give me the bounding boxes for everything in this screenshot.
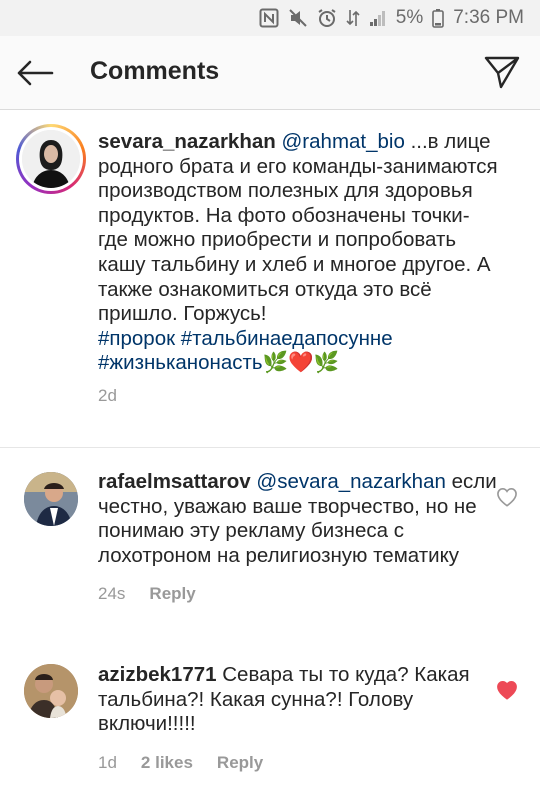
share-button[interactable] xyxy=(482,52,522,92)
avatar[interactable] xyxy=(22,130,80,188)
mute-icon xyxy=(288,6,308,30)
comment-mention[interactable]: @sevara_nazarkhan xyxy=(256,470,445,493)
likes-count[interactable]: 2 likes xyxy=(141,751,193,776)
post-caption: sevara_nazarkhan @rahmat_bio ...в лице р… xyxy=(0,110,540,448)
data-transfer-icon xyxy=(346,6,360,30)
heart-icon[interactable] xyxy=(496,487,518,507)
caption-hashtags-2[interactable]: #жизньканонасть xyxy=(98,351,263,374)
caption-time: 2d xyxy=(98,385,117,405)
caption-username[interactable]: sevara_nazarkhan xyxy=(98,130,276,153)
arrow-left-icon xyxy=(17,60,54,86)
caption-body: ...в лице родного брата и его команды-за… xyxy=(98,130,498,326)
comment-time: 1d xyxy=(98,752,117,772)
comment-text: rafaelmsattarov @sevara_nazarkhan если ч… xyxy=(98,470,498,607)
heart-icon[interactable] xyxy=(496,680,518,700)
comments-header: Comments xyxy=(0,36,540,110)
nfc-icon xyxy=(259,6,279,30)
reply-button[interactable]: Reply xyxy=(149,582,195,607)
status-bar: 5% 7:36 PM xyxy=(0,0,540,36)
caption-emoji: 🌿❤️🌿 xyxy=(262,351,340,375)
page-title: Comments xyxy=(90,57,220,85)
battery-percent: 5% xyxy=(395,7,424,28)
avatar[interactable] xyxy=(24,472,78,526)
comment-text: azizbek1771 Севара ты то куда? Какая тал… xyxy=(98,663,498,775)
signal-icon xyxy=(369,6,387,30)
paper-plane-icon xyxy=(484,56,520,89)
story-ring[interactable] xyxy=(16,124,86,194)
battery-icon xyxy=(432,6,445,30)
caption-hashtags[interactable]: #пророк #тальбинаедапосунне xyxy=(98,327,393,350)
comment-username[interactable]: azizbek1771 xyxy=(98,663,217,686)
comment-username[interactable]: rafaelmsattarov xyxy=(98,470,251,493)
alarm-icon xyxy=(317,6,337,30)
reply-button[interactable]: Reply xyxy=(217,751,263,776)
status-time: 7:36 PM xyxy=(453,7,524,28)
back-button[interactable] xyxy=(14,54,56,92)
caption-text: sevara_nazarkhan @rahmat_bio ...в лице р… xyxy=(98,130,498,409)
avatar[interactable] xyxy=(24,664,78,718)
caption-mention[interactable]: @rahmat_bio xyxy=(282,130,405,153)
comment-time: 24s xyxy=(98,584,126,604)
